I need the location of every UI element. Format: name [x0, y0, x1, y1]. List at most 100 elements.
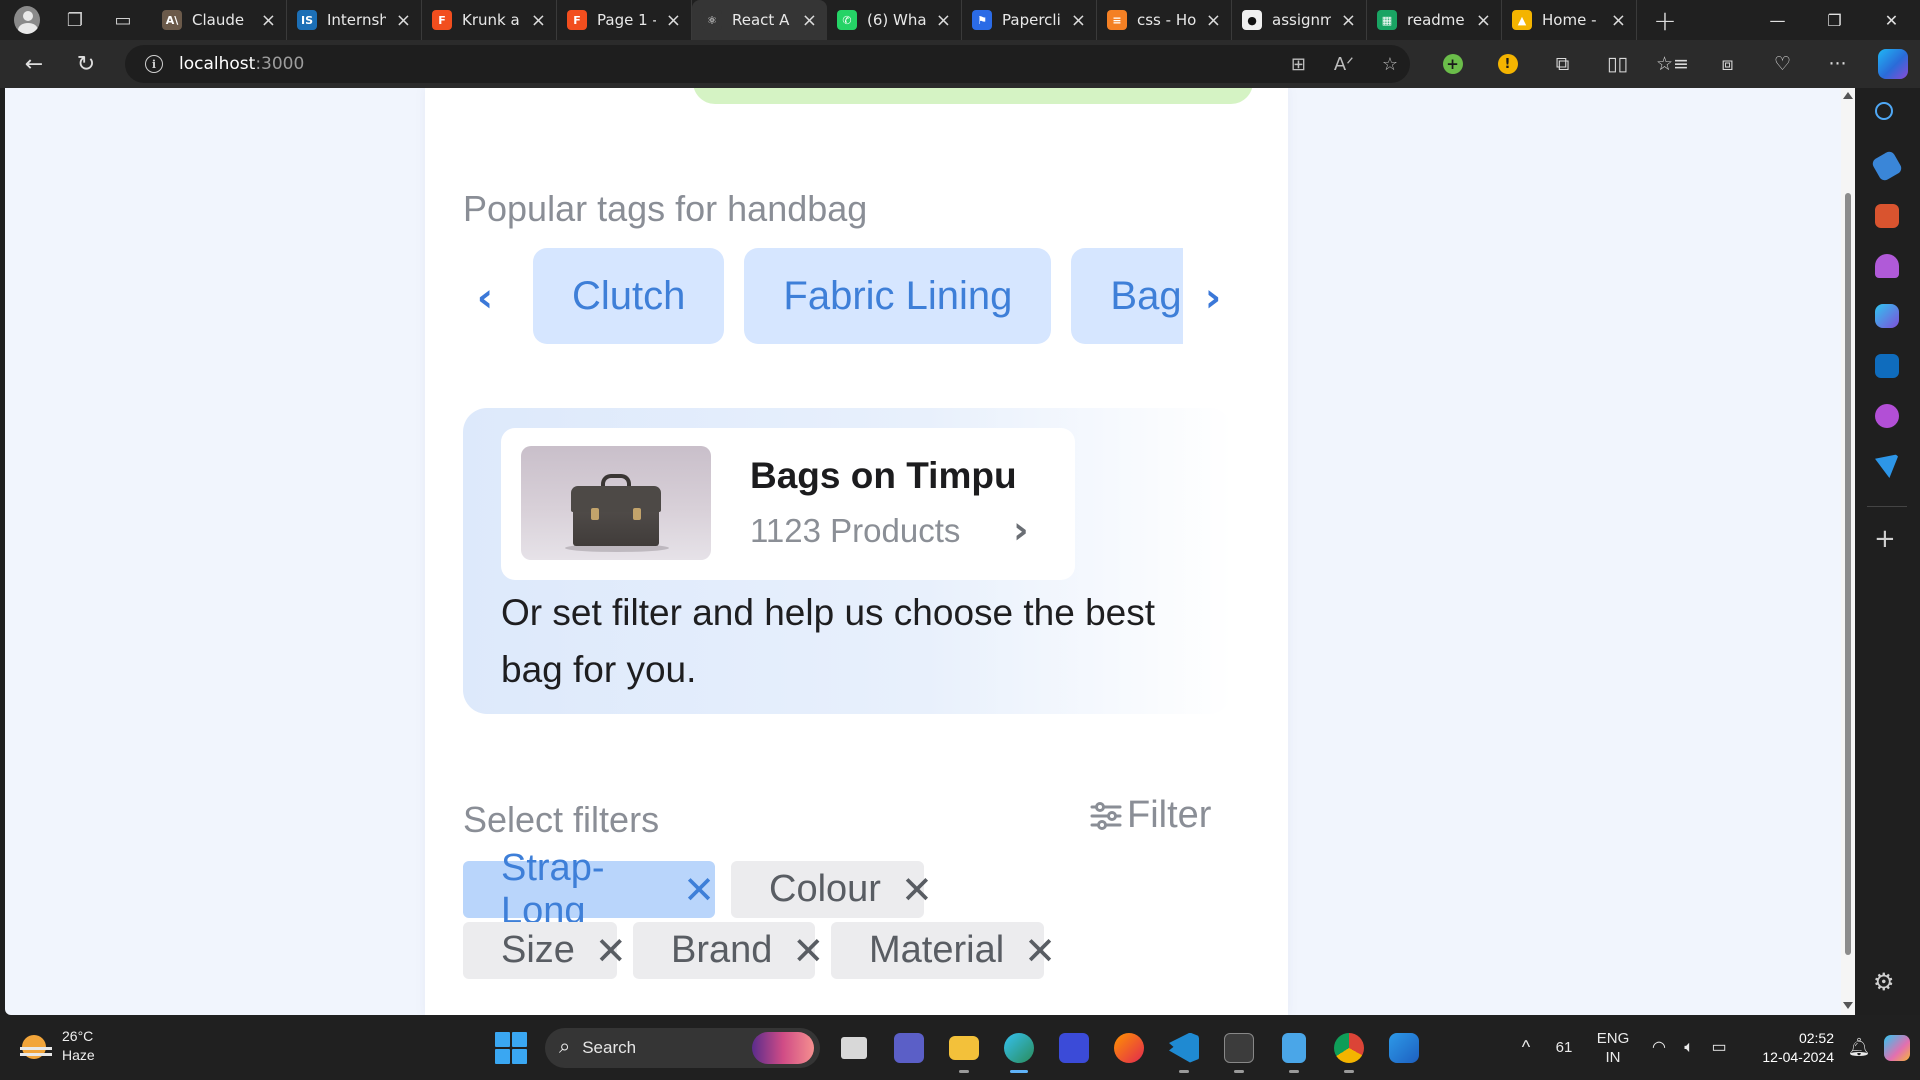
- scroll-up-icon[interactable]: [1843, 92, 1853, 99]
- pycharm-like-icon[interactable]: [1383, 1027, 1425, 1069]
- wifi-icon[interactable]: ◠: [1644, 1038, 1674, 1057]
- taskbar-search[interactable]: ⌕ Search: [545, 1027, 820, 1068]
- app-available-icon[interactable]: ⊞: [1291, 54, 1306, 75]
- profile-avatar[interactable]: [14, 6, 40, 34]
- tray-overflow-chevron-icon[interactable]: ^: [1506, 1038, 1546, 1057]
- vscode-icon[interactable]: [1163, 1027, 1205, 1073]
- favorites-icon[interactable]: ☆≡: [1645, 40, 1700, 88]
- tab-close-icon[interactable]: ×: [1476, 10, 1491, 31]
- shopping-tag-icon[interactable]: [1870, 149, 1904, 183]
- carousel-prev-button[interactable]: ‹: [463, 274, 507, 322]
- volume-icon[interactable]: 🔈︎: [1674, 1038, 1704, 1057]
- refresh-icon[interactable]: ↻: [66, 44, 106, 84]
- teams-icon[interactable]: [888, 1027, 930, 1069]
- filter-chip[interactable]: Size ✕: [463, 922, 627, 979]
- notification-bell-icon[interactable]: 🔔︎: [1844, 1038, 1874, 1057]
- browser-essentials-icon[interactable]: ♡: [1755, 40, 1810, 88]
- weather-widget[interactable]: 26°C Haze: [20, 1027, 95, 1065]
- tab-close-icon[interactable]: ×: [1341, 10, 1356, 31]
- tab-close-icon[interactable]: ×: [1611, 10, 1626, 31]
- remove-filter-icon[interactable]: ✕: [901, 868, 933, 912]
- address-bar[interactable]: i localhost:3000 ⊞ Aᐟ ☆: [125, 45, 1410, 83]
- back-icon[interactable]: ←: [14, 44, 54, 84]
- extensions-puzzle-icon[interactable]: ⧉: [1535, 40, 1590, 88]
- bags-promo-card[interactable]: Bags on Timpu 1123 Products ›: [501, 428, 1075, 580]
- url-text[interactable]: localhost:3000: [179, 54, 304, 74]
- copilot-taskbar-icon[interactable]: [1874, 1034, 1920, 1061]
- task-view-icon[interactable]: [833, 1027, 875, 1069]
- browser-tab[interactable]: ● assignm ×: [1232, 0, 1367, 40]
- split-screen-icon[interactable]: ▯▯: [1590, 40, 1645, 88]
- restore-icon[interactable]: ❐: [1806, 0, 1863, 40]
- tab-close-icon[interactable]: ×: [1206, 10, 1221, 31]
- scrollbar-thumb[interactable]: [1845, 193, 1851, 955]
- tab-close-icon[interactable]: ×: [531, 10, 546, 31]
- designer-icon[interactable]: [1875, 404, 1899, 428]
- chevron-right-icon[interactable]: ›: [1013, 508, 1029, 552]
- extension-yellow-icon[interactable]: !: [1480, 40, 1535, 88]
- workspaces-icon[interactable]: ❐: [62, 7, 88, 33]
- tab-close-icon[interactable]: ×: [1071, 10, 1086, 31]
- clock[interactable]: 02:52 12-04-2024: [1734, 1029, 1834, 1067]
- filter-chip[interactable]: Brand ✕: [633, 922, 824, 979]
- browser-tab[interactable]: A\ Claude ×: [152, 0, 287, 40]
- games-icon[interactable]: [1875, 254, 1899, 278]
- remove-filter-icon[interactable]: ✕: [1024, 929, 1056, 973]
- tag-chip[interactable]: Clutch: [533, 248, 725, 344]
- site-info-icon[interactable]: i: [145, 55, 163, 73]
- language-indicator[interactable]: ENG IN: [1582, 1029, 1644, 1067]
- tab-close-icon[interactable]: ×: [802, 10, 817, 31]
- browser-tab[interactable]: ▲ Home - ×: [1502, 0, 1637, 40]
- tab-close-icon[interactable]: ×: [666, 10, 681, 31]
- new-tab-button[interactable]: +: [1645, 0, 1685, 40]
- edge-icon[interactable]: [998, 1027, 1040, 1073]
- browser-tab[interactable]: ⚑ Papercli ×: [962, 0, 1097, 40]
- collections-icon[interactable]: ⧈: [1700, 40, 1755, 88]
- outlook-icon[interactable]: [1875, 354, 1899, 378]
- filter-chip[interactable]: Strap-Long ✕: [463, 847, 715, 932]
- more-menu-icon[interactable]: ···: [1810, 40, 1865, 88]
- remove-filter-icon[interactable]: ✕: [792, 929, 824, 973]
- browser-tab[interactable]: ▦ readme. ×: [1367, 0, 1502, 40]
- battery-percent[interactable]: 61: [1546, 1038, 1582, 1057]
- terminal-icon[interactable]: [1218, 1027, 1260, 1073]
- close-window-icon[interactable]: ✕: [1863, 0, 1920, 40]
- add-sidebar-app-icon[interactable]: +: [1874, 524, 1896, 554]
- minimize-icon[interactable]: —: [1749, 0, 1806, 40]
- favorite-star-icon[interactable]: ☆: [1382, 54, 1398, 75]
- page-scrollbar[interactable]: [1841, 88, 1855, 1015]
- remove-filter-icon[interactable]: ✕: [595, 929, 627, 973]
- tab-close-icon[interactable]: ×: [396, 10, 411, 31]
- search-icon[interactable]: [1875, 102, 1893, 120]
- scroll-down-icon[interactable]: [1843, 1002, 1853, 1009]
- browser-tab[interactable]: IS Internsh ×: [287, 0, 422, 40]
- firefox-icon[interactable]: [1108, 1027, 1150, 1069]
- browser-tab[interactable]: F Krunk a ×: [422, 0, 557, 40]
- send-icon[interactable]: [1875, 454, 1899, 478]
- filter-chip[interactable]: Material ✕: [831, 922, 1056, 979]
- tools-briefcase-icon[interactable]: [1875, 204, 1899, 228]
- copilot-icon[interactable]: [1865, 40, 1920, 88]
- linear-app-icon[interactable]: [1053, 1027, 1095, 1069]
- tag-chip[interactable]: Fabric Lining: [744, 248, 1052, 344]
- browser-tab[interactable]: ⚛ React A ×: [692, 0, 827, 40]
- tab-actions-icon[interactable]: ▭: [110, 7, 136, 33]
- copilot-sidebar-icon[interactable]: [1875, 304, 1899, 328]
- start-button[interactable]: [490, 1027, 532, 1069]
- carousel-next-button[interactable]: ›: [1191, 274, 1235, 322]
- browser-tab[interactable]: ≡ css - Ho ×: [1097, 0, 1232, 40]
- remove-filter-icon[interactable]: ✕: [683, 868, 715, 912]
- tag-chip[interactable]: Baggit: [1071, 248, 1183, 344]
- sidebar-settings-icon[interactable]: ⚙: [1873, 968, 1895, 996]
- browser-tab[interactable]: ✆ (6) Wha ×: [827, 0, 962, 40]
- browser-tab[interactable]: F Page 1 - ×: [557, 0, 692, 40]
- filter-chip[interactable]: Colour ✕: [731, 861, 933, 918]
- notepad-icon[interactable]: [1273, 1027, 1315, 1073]
- file-explorer-icon[interactable]: [943, 1027, 985, 1073]
- filter-button[interactable]: Filter: [1089, 794, 1211, 837]
- extension-green-icon[interactable]: +: [1425, 40, 1480, 88]
- chrome-icon[interactable]: [1328, 1027, 1370, 1073]
- tab-close-icon[interactable]: ×: [936, 10, 951, 31]
- read-aloud-icon[interactable]: Aᐟ: [1334, 54, 1354, 75]
- battery-icon[interactable]: ▭: [1704, 1038, 1734, 1057]
